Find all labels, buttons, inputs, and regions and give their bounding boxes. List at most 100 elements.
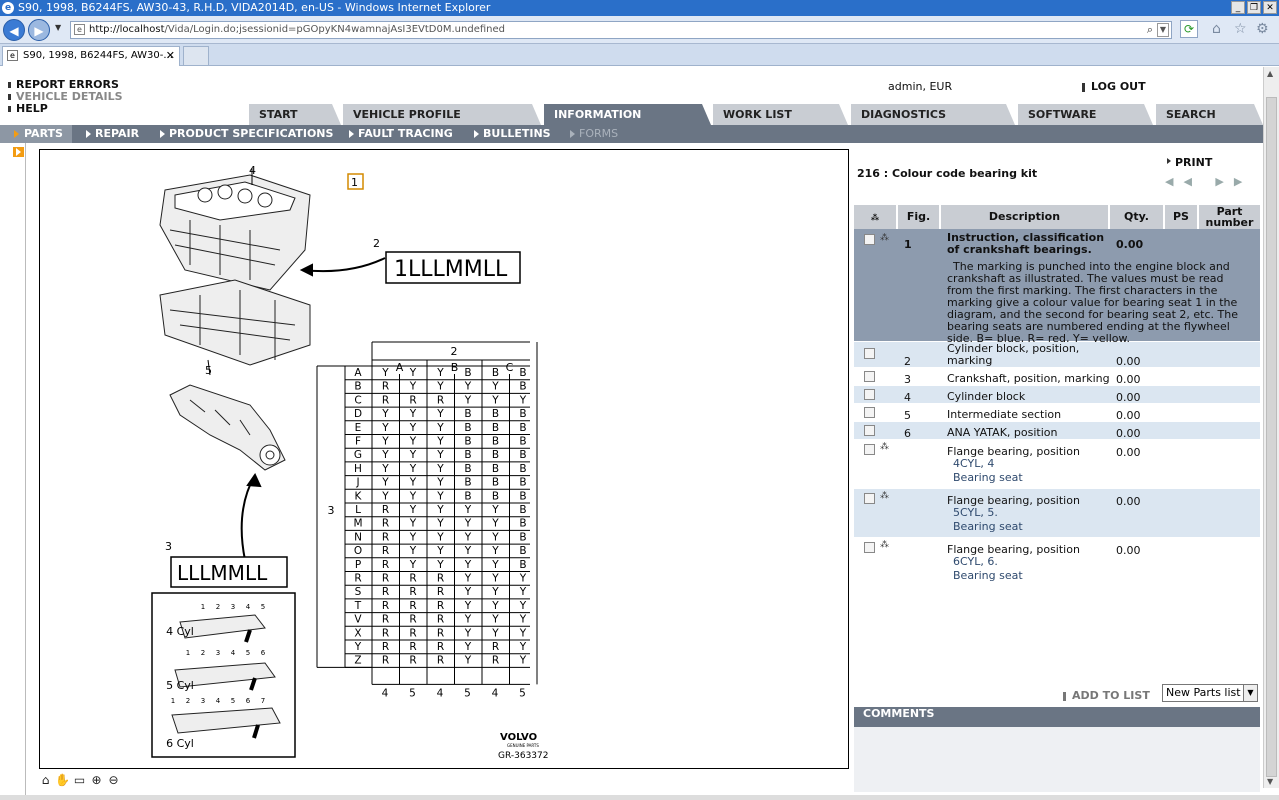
tab-close-icon[interactable]: ✕ <box>166 47 175 65</box>
history-dropdown-icon[interactable]: ▼ <box>55 23 61 32</box>
address-dropdown-icon[interactable]: ▼ <box>1157 23 1169 37</box>
table-row[interactable]: ⁂ Flange bearing, position 4CYL, 4 Bearing … <box>854 440 1260 489</box>
table-row[interactable]: ⁂ Flange bearing, position 5CYL, 5. Bearing… <box>854 489 1260 538</box>
comments-area[interactable] <box>854 727 1260 792</box>
pan-hand-icon[interactable]: ✋ <box>55 773 70 788</box>
table-cell: Y <box>519 586 527 598</box>
zoom-out-icon[interactable]: ⊖ <box>106 773 121 788</box>
scroll-thumb[interactable] <box>1266 97 1277 777</box>
table-cell: Y <box>464 614 472 626</box>
expand-panel-icon[interactable] <box>13 147 24 157</box>
table-row[interactable]: 4 Cylinder block 0.00 <box>854 386 1260 404</box>
row-expand-icon[interactable]: ⁂ <box>880 540 889 550</box>
row-checkbox[interactable] <box>864 407 875 418</box>
table-cell: Y <box>436 408 444 420</box>
row-checkbox[interactable] <box>864 389 875 400</box>
table-cell: Y <box>464 531 472 543</box>
subnav-bulletins[interactable]: BULLETINS <box>474 125 551 143</box>
row-expand-icon[interactable]: ⁂ <box>880 233 889 243</box>
new-tab-button[interactable] <box>183 46 209 66</box>
row-checkbox[interactable] <box>864 493 875 504</box>
row-checkbox[interactable] <box>864 425 875 436</box>
home-icon[interactable]: ⌂ <box>1212 21 1221 37</box>
row-checkbox[interactable] <box>864 348 875 359</box>
print-link[interactable]: PRINT <box>1167 156 1212 169</box>
minimize-icon[interactable]: _ <box>1231 1 1245 14</box>
home-view-icon[interactable]: ⌂ <box>38 773 53 788</box>
window-title-bar: e S90, 1998, B6244FS, AW30-43, R.H.D, VI… <box>0 0 1279 16</box>
scroll-down-icon[interactable]: ▼ <box>1267 777 1273 786</box>
table-cell: Y <box>491 545 499 557</box>
tab-start[interactable]: START <box>249 104 341 125</box>
tab-information[interactable]: INFORMATION <box>544 104 711 125</box>
table-cell: Y <box>409 436 417 448</box>
parts-diagram[interactable]: 4 2 5 3 6 1 1LLLMMLL LLLMMLL <box>39 149 849 769</box>
table-cell: V <box>354 614 362 626</box>
cyl-number: 2 <box>201 649 205 657</box>
subnav-repair[interactable]: REPAIR <box>86 125 139 143</box>
table-cell: Y <box>436 381 444 393</box>
tab-search[interactable]: SEARCH <box>1156 104 1263 125</box>
table-row[interactable]: 5 Intermediate section 0.00 <box>854 404 1260 422</box>
table-row[interactable]: 3 Crankshaft, position, marking 0.00 <box>854 368 1260 386</box>
expand-all-icon[interactable]: ⁂ <box>871 213 879 222</box>
table-footer-cell: 4 <box>437 687 444 699</box>
fit-window-icon[interactable]: ▭ <box>72 773 87 788</box>
flange-sub: 4CYL, 4 <box>953 457 995 470</box>
browser-tab[interactable]: e S90, 1998, B6244FS, AW30-... ✕ <box>2 46 180 66</box>
table-row[interactable]: ⁂ Flange bearing, position 6CYL, 6. Bearing… <box>854 538 1260 587</box>
subnav-product-specifications[interactable]: PRODUCT SPECIFICATIONS <box>160 125 333 143</box>
cyl-number: 4 <box>231 649 236 657</box>
back-arrow-icon[interactable]: ◀ <box>3 19 25 41</box>
page-scrollbar[interactable]: ▲ ▼ <box>1263 67 1279 788</box>
browser-tab-label: S90, 1998, B6244FS, AW30-... <box>23 50 173 61</box>
row-expand-icon[interactable]: ⁂ <box>880 491 889 501</box>
tools-gear-icon[interactable]: ⚙ <box>1256 21 1269 37</box>
row-qty: 0.00 <box>1116 544 1141 557</box>
row-checkbox[interactable] <box>864 444 875 455</box>
table-cell: R <box>437 614 444 626</box>
add-to-list-button[interactable]: ADD TO LIST <box>1063 689 1150 702</box>
chevron-down-icon[interactable]: ▼ <box>1243 685 1257 701</box>
tab-vehicle-profile[interactable]: VEHICLE PROFILE <box>343 104 541 125</box>
subnav-fault-tracing[interactable]: FAULT TRACING <box>349 125 453 143</box>
tab-work-list[interactable]: WORK LIST <box>713 104 848 125</box>
address-field[interactable]: e http://localhost/Vida/Login.do;jsessio… <box>70 21 1172 39</box>
table-cell: Z <box>354 655 361 667</box>
refresh-icon[interactable]: ⟳ <box>1180 20 1198 38</box>
parts-list-select[interactable]: New Parts list ▼ <box>1162 684 1258 702</box>
row-checkbox[interactable] <box>864 542 875 553</box>
row-expand-icon[interactable]: ⁂ <box>880 442 889 452</box>
table-cell: Y <box>436 518 444 530</box>
table-cell: Y <box>409 477 417 489</box>
row-checkbox[interactable] <box>864 234 875 245</box>
zoom-in-icon[interactable]: ⊕ <box>89 773 104 788</box>
row-description: Instruction, classification of crankshaf… <box>947 231 1105 256</box>
forward-arrow-icon[interactable]: ▶ <box>28 19 50 41</box>
table-row[interactable]: 6 ANA YATAK, position 0.00 <box>854 422 1260 440</box>
row-qty: 0.00 <box>1116 446 1141 459</box>
table-cell: F <box>355 436 361 448</box>
table-col-label: A <box>396 361 404 374</box>
subnav-parts[interactable]: PARTS <box>0 125 72 143</box>
logout-link[interactable]: LOG OUT <box>1082 80 1146 93</box>
tab-software[interactable]: SOFTWARE <box>1018 104 1153 125</box>
scroll-up-icon[interactable]: ▲ <box>1267 69 1273 78</box>
table-cell: B <box>519 422 526 434</box>
table-cell: Y <box>436 490 444 502</box>
table-col-label: C <box>506 361 514 374</box>
search-icon[interactable]: ⌕ <box>1147 22 1153 38</box>
diagram-ref: GR-363372 <box>498 751 548 761</box>
close-icon[interactable]: ✕ <box>1263 1 1277 14</box>
page-nav-arrows-icon[interactable]: ◀◀ ▶▶ <box>1165 175 1252 188</box>
help-link[interactable]: HELP <box>8 102 48 115</box>
fig-1-label: 1 <box>351 176 358 189</box>
table-cell: Y <box>491 627 499 639</box>
restore-icon[interactable]: ❐ <box>1247 1 1261 14</box>
subnav-forms: FORMS <box>570 125 618 143</box>
tab-diagnostics[interactable]: DIAGNOSTICS <box>851 104 1015 125</box>
row-checkbox[interactable] <box>864 371 875 382</box>
favorites-star-icon[interactable]: ☆ <box>1234 21 1247 37</box>
table-row[interactable]: ⁂ 1 Instruction, classification of crank… <box>854 229 1260 345</box>
table-row[interactable]: 2 Cylinder block, position, marking 0.00 <box>854 342 1260 368</box>
